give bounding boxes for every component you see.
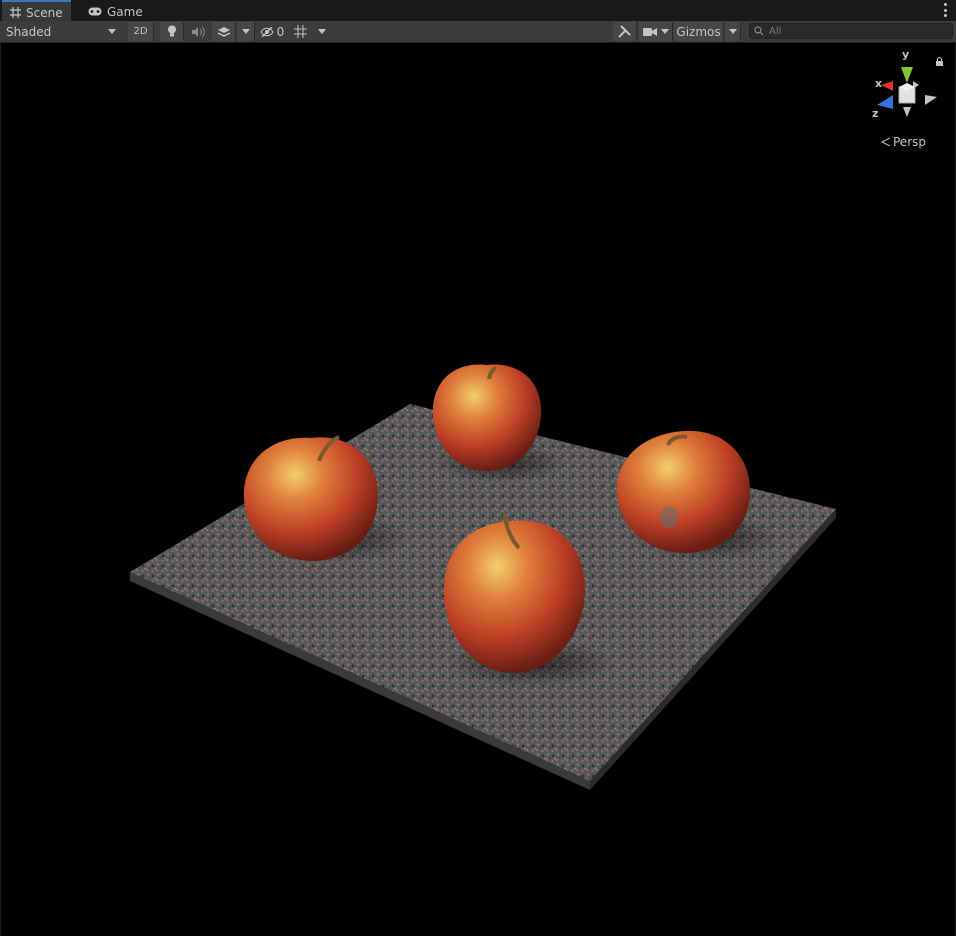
tab-scene[interactable]: Scene (2, 0, 71, 23)
scene-viewport[interactable]: y x z Persp (1, 43, 955, 936)
speaker-icon (192, 26, 205, 37)
wrench-icon (618, 25, 631, 38)
layers-icon (217, 26, 230, 37)
axis-label-x: x (875, 77, 883, 90)
draw-mode-dropdown[interactable]: Shaded (0, 22, 122, 41)
chevron-down-icon (318, 29, 326, 34)
hash-grid-icon (10, 7, 21, 18)
audio-toggle-button[interactable] (186, 22, 210, 41)
grid-toggle-button[interactable] (288, 22, 312, 41)
search-placeholder: All (769, 25, 782, 37)
scene-render (130, 364, 836, 790)
perspective-icon (881, 138, 891, 146)
effects-toggle-button[interactable] (212, 22, 236, 41)
gamepad-icon (88, 7, 102, 16)
chevron-down-icon (660, 29, 669, 34)
gizmos-label: Gizmos (676, 24, 721, 39)
lock-icon[interactable] (935, 55, 944, 69)
grid-icon (293, 25, 307, 38)
projection-toggle[interactable]: Persp (881, 135, 926, 149)
effects-dropdown[interactable] (237, 22, 255, 41)
draw-mode-label: Shaded (6, 24, 52, 39)
chevron-down-icon (241, 29, 250, 34)
apple[interactable] (243, 435, 379, 561)
search-icon (754, 26, 764, 36)
more-options-icon[interactable] (940, 3, 950, 17)
tab-game[interactable]: Game (80, 2, 151, 21)
hidden-count: 0 (276, 24, 285, 39)
search-field[interactable]: All (749, 23, 953, 39)
chevron-down-icon (108, 29, 116, 34)
scene-toolbar: Shaded 2D 0 Gizmos All (0, 21, 956, 43)
tools-button[interactable] (613, 22, 637, 41)
projection-label: Persp (893, 135, 926, 149)
axis-label-z: z (872, 107, 879, 120)
lighting-toggle-button[interactable] (160, 22, 184, 41)
gizmos-button[interactable]: Gizmos (674, 22, 724, 41)
toggle-2d-label: 2D (133, 26, 148, 37)
axis-label-y: y (902, 48, 910, 61)
gizmos-dropdown[interactable] (725, 22, 741, 41)
camera-settings-button[interactable] (639, 22, 673, 41)
tab-label-game: Game (107, 4, 143, 19)
camera-icon (642, 27, 657, 36)
lightbulb-icon (167, 25, 176, 37)
tab-label-scene: Scene (26, 5, 63, 20)
apple[interactable] (616, 430, 751, 553)
tab-bar: Scene Game (0, 0, 956, 23)
grid-dropdown[interactable] (313, 22, 331, 41)
hidden-objects-toggle[interactable]: 0 (258, 22, 286, 41)
toggle-2d-button[interactable]: 2D (128, 22, 154, 41)
chevron-down-icon (728, 29, 737, 34)
eye-hidden-icon (260, 26, 274, 37)
